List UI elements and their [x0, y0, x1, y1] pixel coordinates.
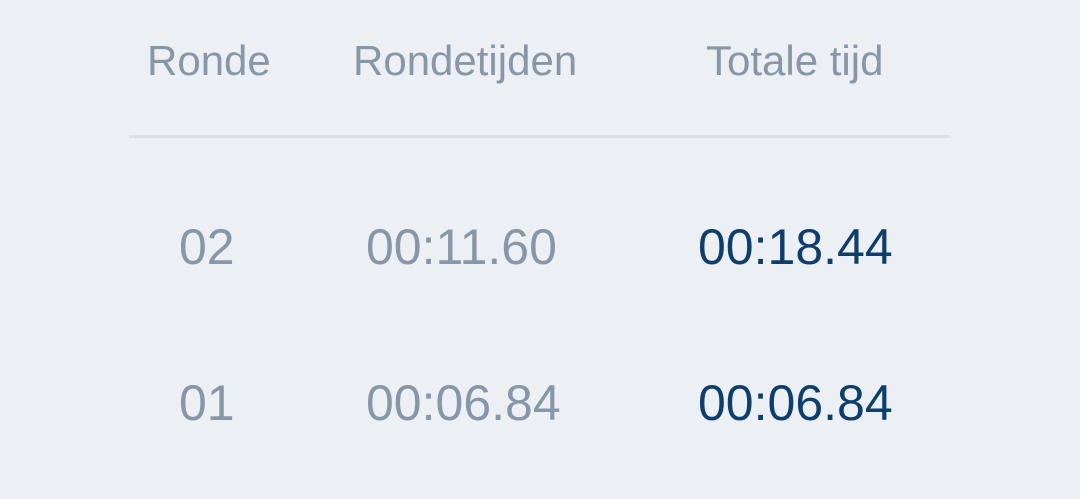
split-time-column-header: Rondetijden [353, 37, 578, 84]
lap-column-header: Ronde [147, 37, 271, 84]
lap-row: 01 00:06.84 00:06.84 [0, 378, 1080, 438]
lap-number: 01 [179, 375, 235, 431]
header-divider [129, 135, 950, 138]
lap-total-time: 00:18.44 [698, 219, 893, 275]
lap-times-table: Ronde Rondetijden Totale tijd 02 00:11.6… [0, 0, 1080, 499]
lap-number: 02 [179, 219, 235, 275]
lap-row: 02 00:11.60 00:18.44 [0, 222, 1080, 282]
total-time-column-header: Totale tijd [706, 37, 884, 84]
lap-split-time: 00:11.60 [366, 219, 557, 275]
lap-total-time: 00:06.84 [698, 375, 893, 431]
lap-split-time: 00:06.84 [366, 375, 561, 431]
